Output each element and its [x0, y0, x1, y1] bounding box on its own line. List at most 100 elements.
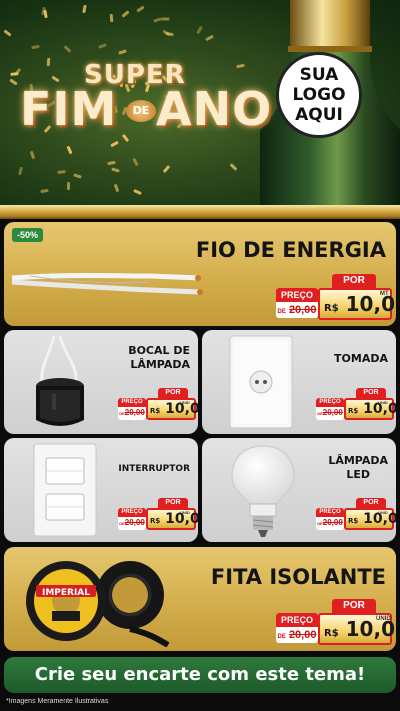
- product-card-lampada[interactable]: LÂMPADA LED POR PREÇO DE20,00 R$ 10,00 U…: [202, 438, 396, 542]
- insulating-tape-icon: IMPERIAL: [26, 561, 170, 647]
- confetti-piece: [153, 17, 162, 23]
- product-card-fita[interactable]: IMPERIAL FITA ISOLANTE POR PREÇO DE 20,0…: [4, 547, 396, 651]
- old-price-value: 20,00: [124, 518, 145, 527]
- old-price-value: 20,00: [288, 304, 317, 316]
- old-price: DE 20,00: [276, 302, 318, 318]
- currency: R$: [348, 407, 359, 415]
- disclaimer-text: *Imagens Meramente Ilustrativas: [6, 698, 109, 705]
- wire-icon: [11, 273, 203, 295]
- por-label: POR: [158, 498, 188, 508]
- preco-label: PREÇO: [316, 508, 344, 517]
- preco-label: PREÇO: [118, 508, 146, 517]
- product-name: FITA ISOLANTE: [210, 565, 386, 589]
- currency: R$: [324, 303, 339, 314]
- product-name: TOMADA: [334, 352, 388, 365]
- confetti-piece: [161, 17, 170, 21]
- confetti-piece: [66, 145, 73, 155]
- old-price-box: PREÇO DE 20,00: [276, 288, 318, 318]
- product-name-line1: BOCAL DE: [128, 344, 190, 357]
- por-label: POR: [356, 498, 386, 508]
- confetti-piece: [57, 170, 66, 174]
- title-de: DE: [126, 100, 156, 122]
- discount-badge: -50%: [12, 228, 44, 242]
- old-price: DE20,00: [118, 517, 146, 530]
- confetti-piece: [40, 188, 49, 194]
- old-price: DE20,00: [316, 407, 344, 420]
- preco-label: PREÇO: [316, 398, 344, 407]
- logo-text-line3: AQUI: [295, 105, 343, 125]
- confetti-piece: [136, 5, 145, 13]
- confetti-piece: [66, 181, 71, 191]
- old-price: DE20,00: [316, 517, 344, 530]
- por-label: POR: [158, 388, 188, 398]
- unit-label: UNID: [180, 510, 190, 515]
- logo-text-line1: SUA: [299, 65, 339, 85]
- old-price-value: 20,00: [288, 629, 317, 641]
- title-ano: ANO: [156, 82, 273, 136]
- old-price-box: PREÇO DE20,00: [118, 398, 146, 420]
- old-price-value: 20,00: [124, 408, 145, 417]
- por-label: POR: [332, 274, 376, 288]
- old-price-value: 20,00: [322, 408, 343, 417]
- light-switch-icon: [33, 443, 97, 537]
- por-label: POR: [356, 388, 386, 398]
- product-name-line2: LÂMPADA: [130, 358, 190, 371]
- confetti-piece: [229, 163, 238, 171]
- currency: R$: [150, 517, 161, 525]
- product-name: FIO DE ENERGIA: [195, 238, 386, 262]
- confetti-piece: [107, 160, 116, 166]
- confetti-piece: [18, 166, 23, 176]
- product-card-bocal[interactable]: BOCAL DE LÂMPADA POR PREÇO DE20,00 R$ 10…: [4, 330, 198, 434]
- confetti-piece: [98, 43, 107, 49]
- confetti-piece: [196, 25, 203, 35]
- confetti-piece: [162, 164, 171, 174]
- product-name: INTERRUPTOR: [118, 464, 190, 474]
- flyer-page: SUPER FIM DE ANO SUA LOGO AQUI -50% FIO …: [0, 0, 400, 711]
- old-price: DE 20,00: [276, 627, 318, 643]
- price-tag: POR PREÇO DE20,00 R$ 10,00 UNID: [316, 498, 396, 532]
- super-fim-de-ano-title: SUPER FIM DE ANO: [14, 60, 271, 140]
- old-price-box: PREÇO DE20,00: [316, 398, 344, 420]
- price-tag: POR PREÇO DE20,00 R$ 10,00 UNID: [118, 388, 198, 422]
- confetti-piece: [31, 44, 40, 50]
- confetti-piece: [29, 150, 36, 160]
- confetti-piece: [73, 173, 82, 179]
- confetti-piece: [63, 45, 72, 53]
- confetti-piece: [121, 10, 130, 18]
- title-fim: FIM: [20, 82, 118, 136]
- confetti-piece: [205, 34, 214, 42]
- gold-divider: [0, 205, 400, 219]
- logo-placeholder[interactable]: SUA LOGO AQUI: [276, 52, 362, 138]
- price-tag: POR PREÇO DE20,00 R$ 10,00 UNID: [316, 388, 396, 422]
- por-label: POR: [332, 599, 376, 613]
- product-card-fio[interactable]: -50% FIO DE ENERGIA POR PREÇO DE 20,00 R…: [4, 222, 396, 326]
- lamp-socket-icon: [36, 336, 84, 426]
- currency: R$: [150, 407, 161, 415]
- cta-banner[interactable]: Crie seu encarte com este tema!: [4, 657, 396, 693]
- product-name: BOCAL DE LÂMPADA: [128, 344, 190, 372]
- unit-label: UNID: [378, 400, 388, 405]
- old-price: DE20,00: [118, 407, 146, 420]
- confetti-piece: [133, 189, 142, 195]
- confetti-piece: [111, 167, 120, 173]
- product-name: LÂMPADA LED: [328, 454, 388, 482]
- old-price-box: PREÇO DE20,00: [316, 508, 344, 530]
- logo-text-line2: LOGO: [292, 85, 346, 105]
- confetti-piece: [109, 13, 114, 23]
- old-price-value: 20,00: [322, 518, 343, 527]
- confetti-piece: [3, 29, 12, 37]
- confetti-piece: [162, 29, 171, 37]
- confetti-piece: [118, 49, 127, 55]
- unit-label: UNID: [376, 616, 391, 622]
- product-card-tomada[interactable]: TOMADA POR PREÇO DE20,00 R$ 10,00 UNID: [202, 330, 396, 434]
- outlet-icon: [229, 335, 293, 429]
- product-name-line1: LÂMPADA: [328, 454, 388, 467]
- confetti-piece: [132, 157, 139, 167]
- currency: R$: [324, 628, 339, 639]
- unit-label: UNID: [378, 510, 388, 515]
- preco-label: PREÇO: [118, 398, 146, 407]
- currency: R$: [348, 517, 359, 525]
- led-bulb-icon: [231, 445, 295, 537]
- confetti-piece: [110, 140, 119, 148]
- product-card-interruptor[interactable]: INTERRUPTOR POR PREÇO DE20,00 R$ 10,00 U…: [4, 438, 198, 542]
